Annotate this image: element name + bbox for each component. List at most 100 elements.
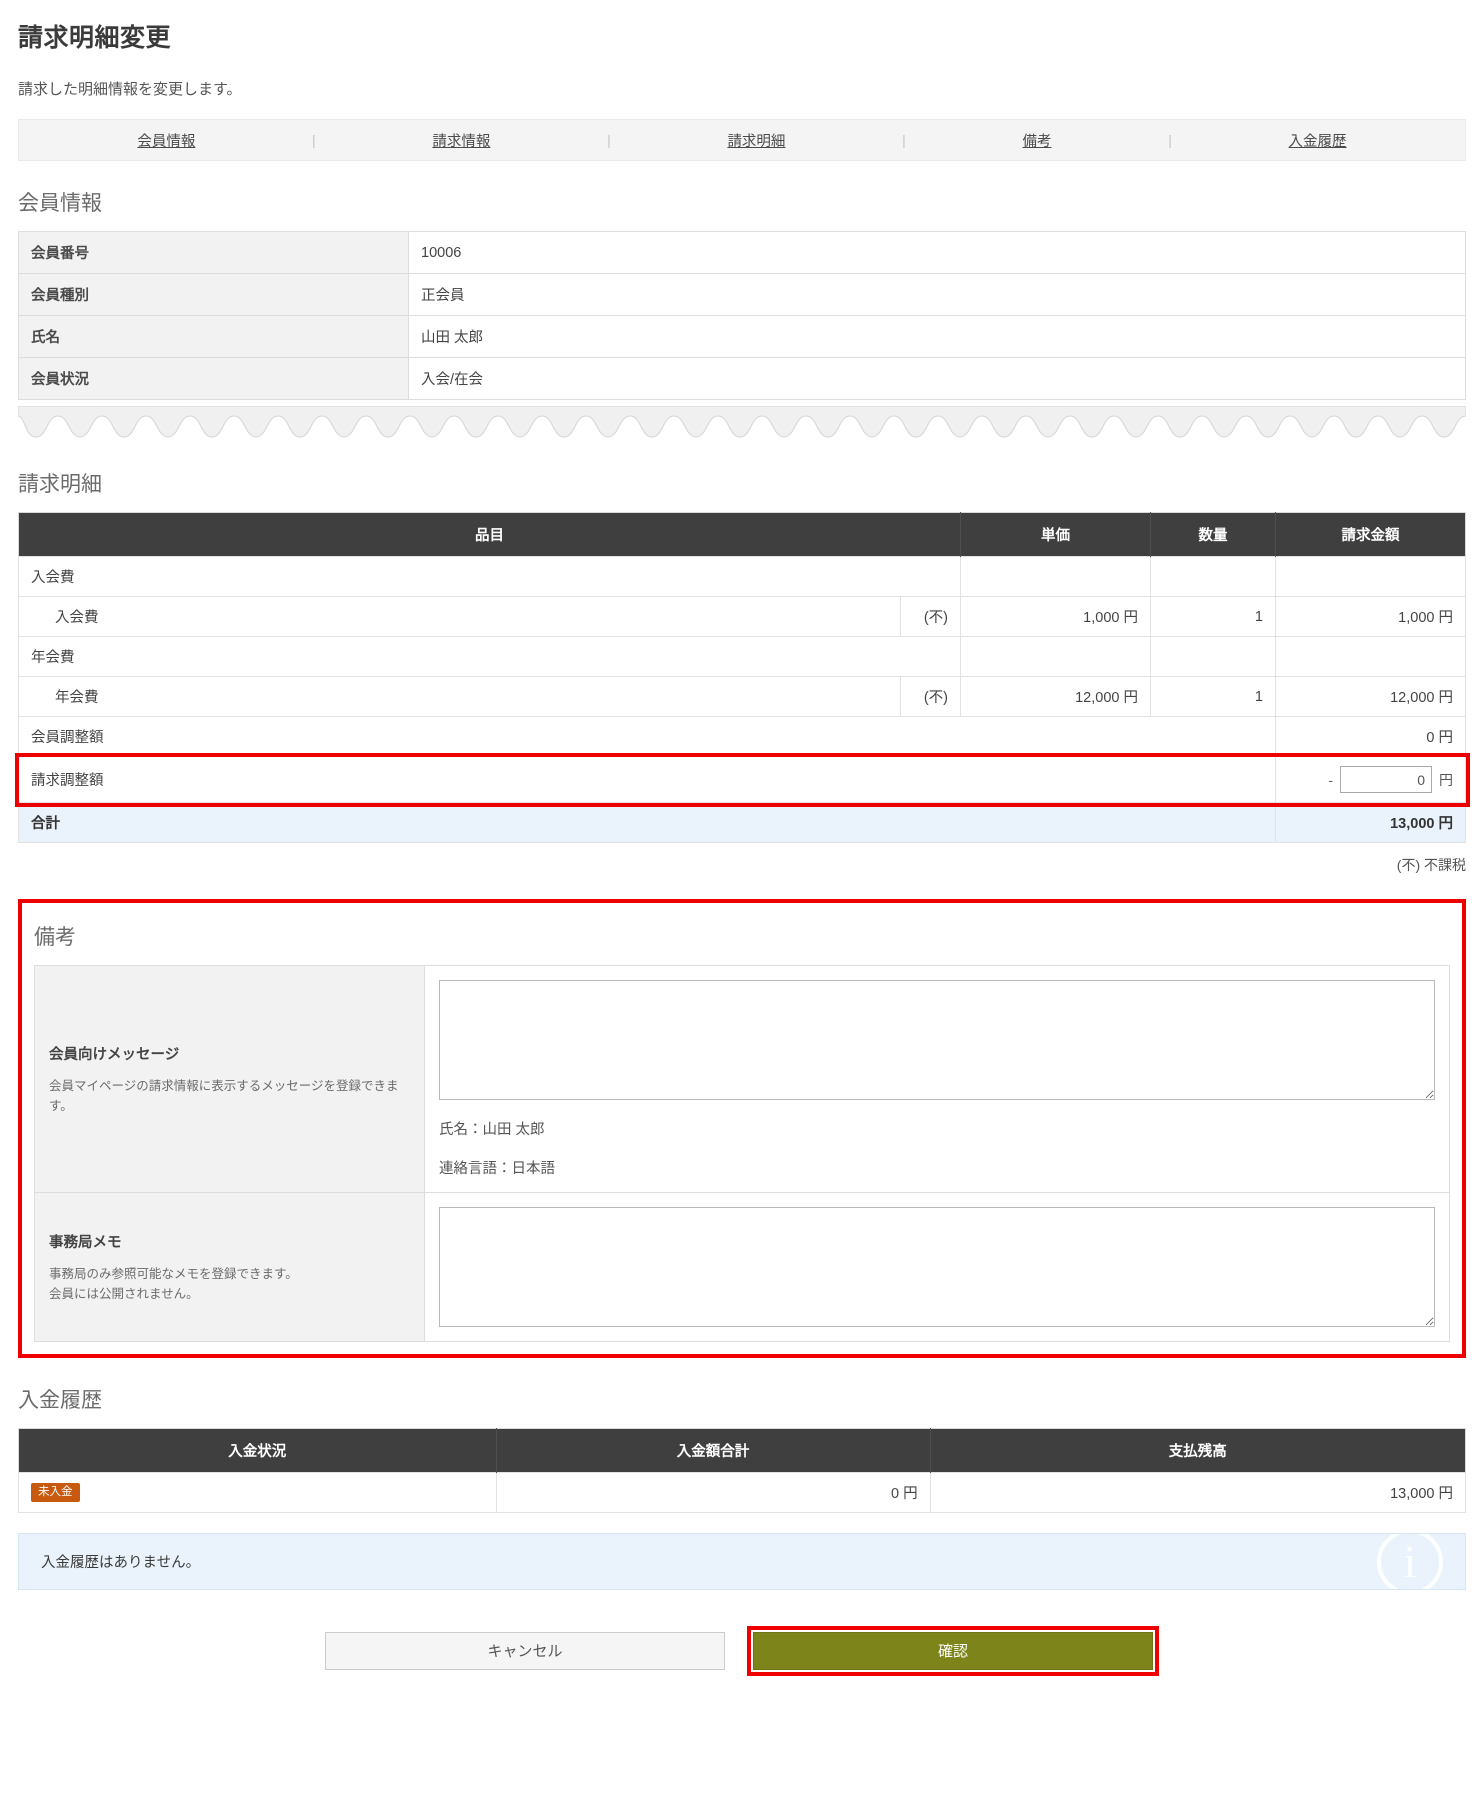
amount: 0 円 — [1275, 716, 1466, 757]
nav-link-remarks[interactable]: 備考 — [1022, 130, 1051, 151]
member-message-label: 会員向けメッセージ — [49, 1046, 180, 1063]
office-memo-description-line2: 会員には公開されません。 — [49, 1286, 199, 1301]
table-row: 会員番号 10006 — [18, 231, 1466, 274]
table-row: 未入金 0 円 13,000 円 — [18, 1472, 1467, 1513]
quantity: 1 — [1150, 676, 1276, 717]
nav-link-billing-info[interactable]: 請求情報 — [432, 130, 490, 151]
billing-detail-table: 品目 単価 数量 請求金額 入会費 入会費 (不) 1,000 円 1 1,00… — [14, 512, 1470, 843]
quantity — [1150, 556, 1276, 597]
remarks-table: 会員向けメッセージ 会員マイページの請求情報に表示するメッセージを登録できます。… — [34, 965, 1450, 1342]
member-info-table: 会員番号 10006 会員種別 正会員 氏名 山田 太郎 会員状況 入会/在会 — [18, 231, 1466, 400]
item-name: 年会費 — [18, 636, 961, 677]
nav-separator: | — [607, 132, 611, 148]
office-memo-field-cell — [424, 1192, 1450, 1342]
item-name: 年会費 — [18, 676, 901, 717]
member-info-heading: 会員情報 — [18, 192, 102, 215]
payment-history-table: 入金状況 入金額合計 支払残高 未入金 0 円 13,000 円 — [18, 1428, 1467, 1513]
item-name: 入会費 — [18, 596, 901, 637]
amount: 1,000 円 — [1275, 596, 1466, 637]
unit-price: 1,000 円 — [960, 596, 1151, 637]
member-type-value: 正会員 — [408, 273, 1466, 316]
column-header-quantity: 数量 — [1150, 512, 1276, 557]
unit-price — [960, 636, 1151, 677]
wave-divider — [18, 406, 1466, 442]
billing-detail-heading: 請求明細 — [18, 473, 102, 496]
column-header-item: 品目 — [18, 512, 961, 557]
unit-price — [960, 556, 1151, 597]
cancel-button[interactable]: キャンセル — [325, 1632, 725, 1670]
amount: 12,000 円 — [1275, 676, 1466, 717]
office-memo-description-line1: 事務局のみ参照可能なメモを登録できます。 — [49, 1266, 298, 1281]
payment-empty-message: 入金履歴はありません。 — [41, 1555, 201, 1571]
confirm-button-highlight: 確認 — [747, 1626, 1159, 1676]
member-name-meta: 氏名：山田 太郎 — [439, 1122, 545, 1138]
member-status-label: 会員状況 — [18, 357, 409, 400]
total-amount: 13,000 円 — [1275, 802, 1466, 843]
nav-link-payment-history[interactable]: 入金履歴 — [1289, 130, 1347, 151]
table-row-total: 合計 13,000 円 — [18, 802, 1466, 843]
quantity — [1150, 636, 1276, 677]
confirm-button[interactable]: 確認 — [753, 1632, 1153, 1670]
quantity: 1 — [1150, 596, 1276, 637]
member-message-description: 会員マイページの請求情報に表示するメッセージを登録できます。 — [49, 1078, 399, 1113]
column-header-payment-status: 入金状況 — [18, 1428, 497, 1473]
nav-separator: | — [312, 132, 316, 148]
column-header-unit-price: 単価 — [960, 512, 1151, 557]
payment-empty-notice: 入金履歴はありません。 i — [18, 1533, 1466, 1590]
tax-mark: (不) — [900, 676, 961, 717]
payment-status-cell: 未入金 — [18, 1472, 497, 1513]
contact-language-meta: 連絡言語：日本語 — [439, 1161, 555, 1177]
column-header-balance: 支払残高 — [930, 1428, 1466, 1473]
amount — [1275, 556, 1466, 597]
table-row-billing-adjustment: 請求調整額 - 円 — [14, 752, 1470, 807]
table-row-entry-fee: 入会費 (不) 1,000 円 1 1,000 円 — [18, 596, 1466, 637]
section-nav: 会員情報 | 請求情報 | 請求明細 | 備考 | 入金履歴 — [18, 119, 1466, 161]
billing-adjustment-label: 請求調整額 — [18, 756, 1276, 803]
footer-actions: キャンセル 確認 — [18, 1626, 1466, 1676]
nav-separator: | — [1168, 132, 1172, 148]
office-memo-textarea[interactable] — [439, 1207, 1435, 1327]
tax-note: (不) 不課税 — [1396, 857, 1466, 873]
table-row-group-annual-fee: 年会費 — [18, 636, 1466, 677]
member-number-value: 10006 — [408, 231, 1466, 274]
member-number-label: 会員番号 — [18, 231, 409, 274]
status-badge: 未入金 — [31, 1482, 80, 1503]
table-row-office-memo: 事務局メモ 事務局のみ参照可能なメモを登録できます。 会員には公開されません。 — [34, 1192, 1450, 1342]
nav-separator: | — [902, 132, 906, 148]
total-label: 合計 — [18, 802, 1276, 843]
member-type-label: 会員種別 — [18, 273, 409, 316]
office-memo-label: 事務局メモ — [49, 1234, 122, 1251]
table-row-member-message: 会員向けメッセージ 会員マイページの請求情報に表示するメッセージを登録できます。… — [34, 965, 1450, 1193]
member-name-value: 山田 太郎 — [408, 315, 1466, 358]
table-row-group-entry-fee: 入会費 — [18, 556, 1466, 597]
remarks-section: 備考 会員向けメッセージ 会員マイページの請求情報に表示するメッセージを登録でき… — [18, 899, 1466, 1358]
column-header-total-paid: 入金額合計 — [496, 1428, 931, 1473]
member-status-value: 入会/在会 — [408, 357, 1466, 400]
table-row: 会員種別 正会員 — [18, 273, 1466, 316]
table-header-row: 品目 単価 数量 請求金額 — [18, 512, 1466, 557]
billing-adjustment-input[interactable] — [1340, 766, 1432, 793]
minus-sign: - — [1328, 771, 1333, 788]
office-memo-label-cell: 事務局メモ 事務局のみ参照可能なメモを登録できます。 会員には公開されません。 — [34, 1192, 425, 1342]
table-row-annual-fee: 年会費 (不) 12,000 円 1 12,000 円 — [18, 676, 1466, 717]
billing-adjustment-cell: - 円 — [1275, 756, 1466, 803]
table-row-member-adjustment: 会員調整額 0 円 — [18, 716, 1466, 757]
currency-unit: 円 — [1439, 771, 1453, 788]
table-header-row: 入金状況 入金額合計 支払残高 — [18, 1428, 1466, 1473]
remarks-heading: 備考 — [34, 926, 76, 949]
amount — [1275, 636, 1466, 677]
page-root: 請求明細変更 請求した明細情報を変更します。 会員情報 | 請求情報 | 請求明… — [0, 18, 1484, 1676]
page-description: 請求した明細情報を変更します。 — [18, 81, 242, 98]
nav-link-member-info[interactable]: 会員情報 — [137, 130, 195, 151]
payment-history-heading: 入金履歴 — [18, 1389, 102, 1412]
column-header-amount: 請求金額 — [1275, 512, 1466, 557]
item-name: 入会費 — [18, 556, 961, 597]
table-row: 氏名 山田 太郎 — [18, 315, 1466, 358]
member-name-label: 氏名 — [18, 315, 409, 358]
member-message-field-cell: 氏名：山田 太郎 連絡言語：日本語 — [424, 965, 1450, 1193]
nav-link-billing-detail[interactable]: 請求明細 — [727, 130, 785, 151]
balance-value: 13,000 円 — [929, 1472, 1467, 1513]
member-message-textarea[interactable] — [439, 980, 1435, 1100]
member-message-label-cell: 会員向けメッセージ 会員マイページの請求情報に表示するメッセージを登録できます。 — [34, 965, 425, 1193]
unit-price: 12,000 円 — [960, 676, 1151, 717]
